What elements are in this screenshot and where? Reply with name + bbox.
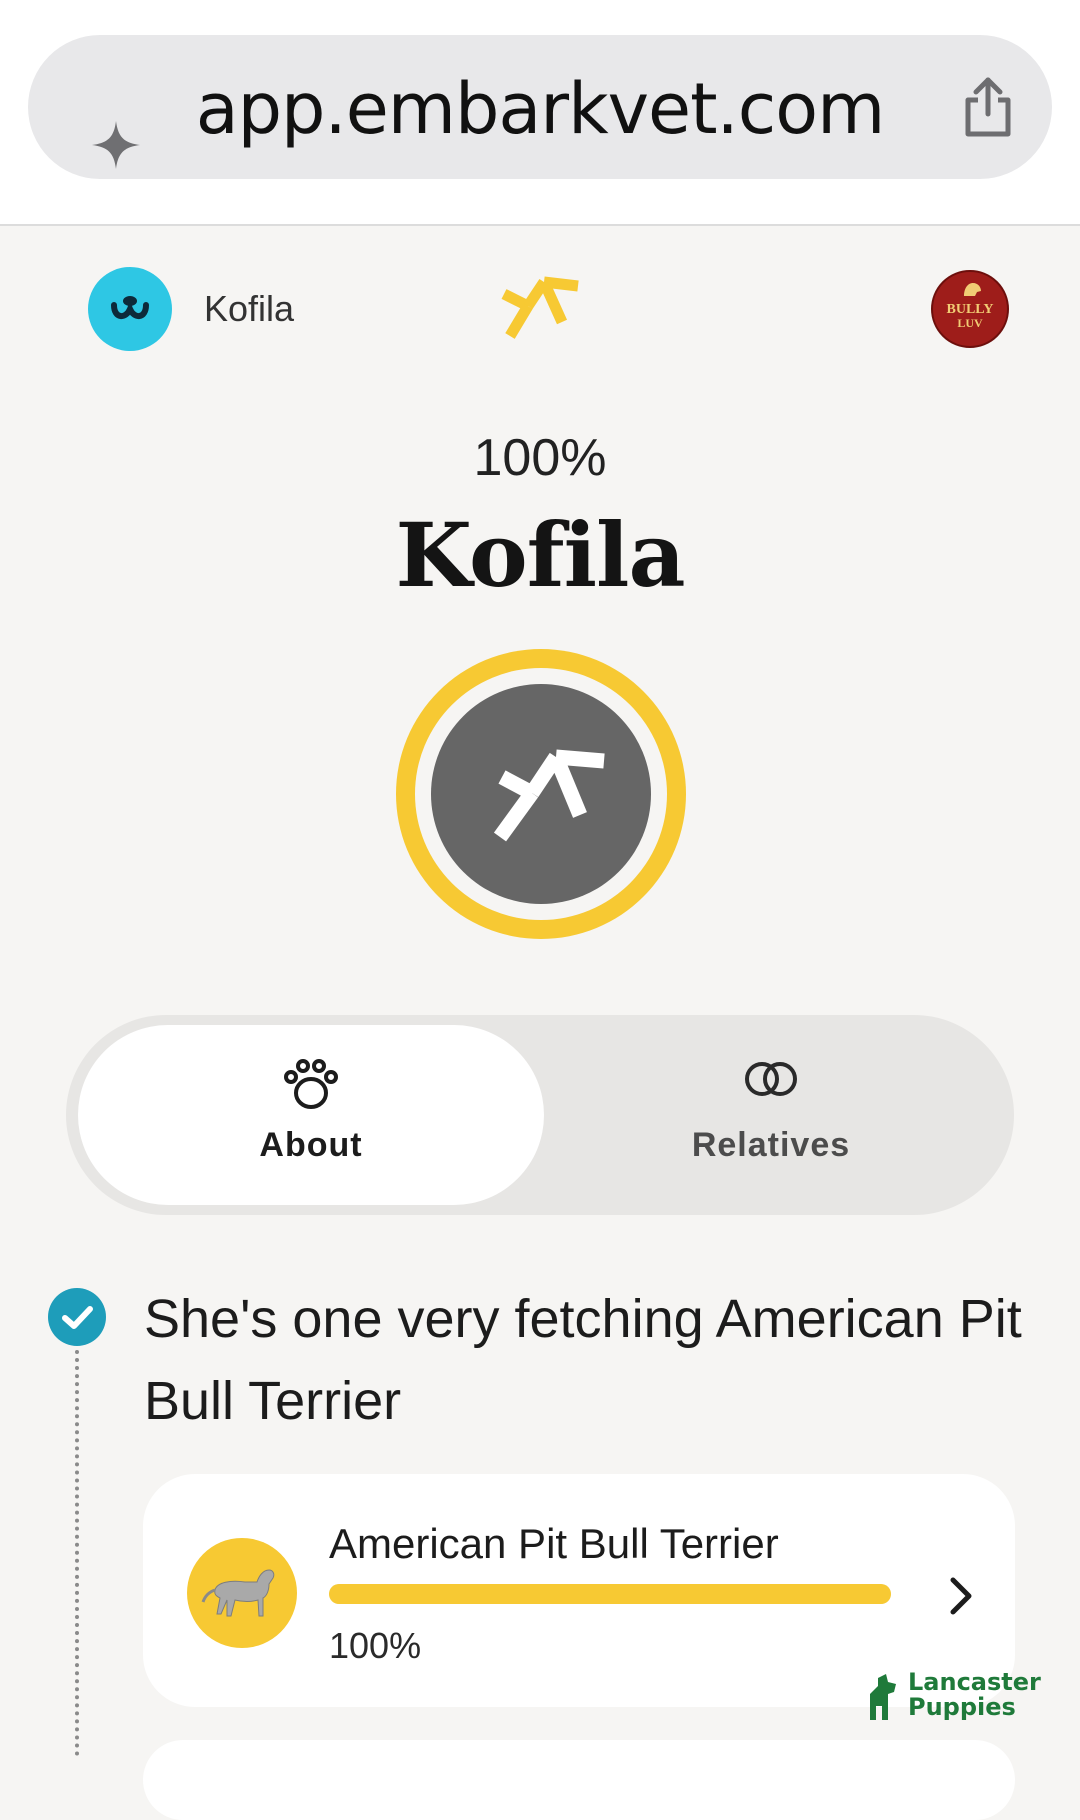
timeline-line — [75, 1350, 79, 1756]
paw-icon — [284, 1059, 338, 1109]
tab-bar: About Relatives — [66, 1015, 1014, 1215]
url-text[interactable]: app.embarkvet.com — [140, 64, 940, 154]
dog-nose-icon — [111, 296, 149, 319]
lancaster-puppies-icon — [870, 1674, 896, 1720]
breed-headline: She's one very fetching American Pit Bul… — [144, 1289, 1022, 1431]
overall-percent: 100% — [473, 429, 607, 487]
breed-ring-chart — [396, 649, 686, 939]
sparkle-icon[interactable] — [90, 119, 142, 171]
watermark-logo: Lancaster Puppies — [864, 1670, 1054, 1726]
tab-about[interactable]: About — [78, 1025, 544, 1205]
partner-logo[interactable]: BULLY LUV — [931, 270, 1009, 348]
share-icon[interactable] — [960, 76, 1016, 138]
watermark-line2: Puppies — [908, 1693, 1016, 1721]
embark-logo-icon[interactable] — [500, 272, 582, 344]
breed-thumbnail — [187, 1538, 297, 1648]
tab-relatives[interactable]: Relatives — [538, 1025, 1004, 1205]
breed-name: American Pit Bull Terrier — [329, 1520, 779, 1567]
breed-progress-bar — [329, 1584, 891, 1604]
rings-icon — [745, 1062, 797, 1096]
browser-toolbar: app.embarkvet.com — [0, 0, 1080, 226]
dog-avatar[interactable] — [88, 267, 172, 351]
dog-name-label[interactable]: Kofila — [204, 288, 294, 330]
chevron-right-icon[interactable] — [943, 1574, 977, 1618]
dog-silhouette-icon — [201, 1569, 275, 1617]
breed-percent: 100% — [329, 1625, 422, 1666]
check-icon — [48, 1288, 106, 1346]
breed-progress-fill — [329, 1584, 891, 1604]
next-card[interactable] — [143, 1740, 1015, 1820]
watermark-line1: Lancaster — [908, 1668, 1041, 1696]
page-title: Kofila — [395, 503, 686, 607]
dog-head-icon — [964, 283, 981, 296]
